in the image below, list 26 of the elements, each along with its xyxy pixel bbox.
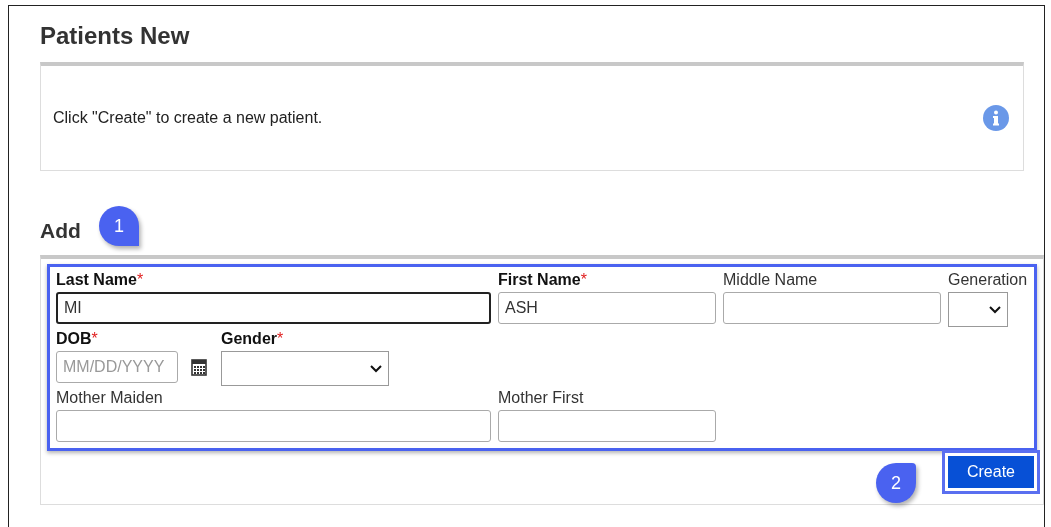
field-label: Mother Maiden [56, 389, 164, 407]
field-label: Mother First [498, 389, 585, 407]
text-field[interactable] [723, 292, 941, 324]
text-field[interactable]: ASH [498, 292, 716, 324]
info-icon [983, 105, 1009, 131]
dropdown[interactable] [221, 351, 389, 386]
page-title: Patients New [40, 22, 191, 50]
calendar-icon[interactable] [191, 358, 207, 376]
field-label: First Name* [498, 271, 588, 289]
chevron-down-icon [370, 364, 382, 373]
field-label: DOB* [56, 330, 99, 348]
chevron-down-icon [989, 305, 1001, 314]
section-heading: Add [40, 219, 81, 243]
field-label: Generation [948, 271, 1029, 289]
field-label: Middle Name [723, 271, 819, 289]
step-callout: 2 [876, 463, 916, 503]
step-callout: 1 [99, 206, 139, 246]
field-label: Gender* [221, 330, 285, 348]
date-field[interactable]: MM/DD/YYYY [56, 351, 178, 383]
text-field[interactable] [498, 410, 716, 442]
text-field[interactable]: MI [56, 292, 491, 324]
dropdown[interactable] [948, 292, 1008, 327]
text-field[interactable] [56, 410, 491, 442]
create-button[interactable]: Create [945, 453, 1037, 491]
field-label: Last Name* [56, 271, 145, 289]
info-message: Click "Create" to create a new patient. [53, 109, 323, 127]
